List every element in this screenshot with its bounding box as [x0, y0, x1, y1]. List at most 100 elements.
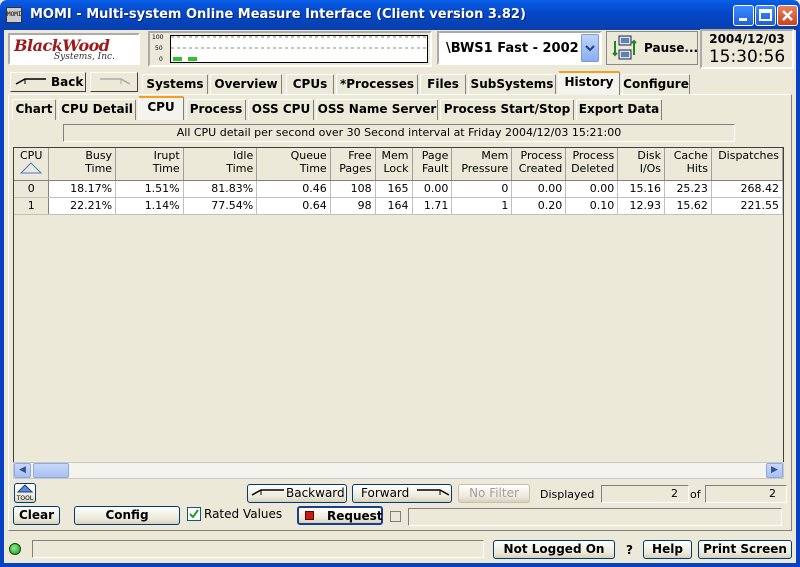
- request-progress-bar: [408, 508, 782, 526]
- col-header-mem-lock[interactable]: Mem Lock: [375, 148, 413, 181]
- chevron-down-icon[interactable]: [581, 34, 599, 62]
- col-header-label: Deleted: [571, 162, 615, 175]
- maximize-icon[interactable]: [755, 5, 776, 26]
- col-header-label: Process: [520, 149, 563, 162]
- mini-chart-bar: [173, 57, 182, 61]
- checkmark-icon: [189, 509, 199, 519]
- tab-configure[interactable]: Configure: [622, 74, 690, 95]
- back-button[interactable]: Back: [10, 72, 86, 92]
- scroll-thumb[interactable]: [33, 463, 69, 478]
- status-message-field: [32, 540, 484, 558]
- col-header-process-created[interactable]: Process Created: [511, 148, 567, 181]
- cell-irupt-time: 1.51%: [115, 180, 184, 198]
- close-icon[interactable]: [777, 5, 798, 26]
- app-icon: MOMI: [6, 7, 22, 23]
- pause-label: Pause...: [644, 41, 699, 55]
- subtab-oss-name-server[interactable]: OSS Name Server: [316, 99, 438, 120]
- cell-process-deleted: 0.10: [565, 197, 619, 215]
- table-row[interactable]: 1 22.21% 1.14% 77.54% 0.64 98 164 1.71 1…: [14, 197, 783, 215]
- cell-mem-lock: 164: [375, 197, 413, 215]
- tab-systems[interactable]: Systems: [142, 74, 208, 95]
- rated-values-label: Rated Values: [204, 507, 283, 521]
- cell-process-created: 0.20: [511, 197, 567, 215]
- help-button[interactable]: Help: [643, 540, 692, 559]
- cell-busy-time: 18.17%: [48, 180, 117, 198]
- col-header-idle-time[interactable]: Idle Time: [183, 148, 258, 181]
- cell-disk-ios: 15.16: [617, 180, 666, 198]
- horizontal-scrollbar[interactable]: ◀ ▶: [13, 462, 784, 479]
- current-time: 15:30:56: [708, 47, 786, 67]
- cell-queue-time: 0.46: [256, 180, 331, 198]
- cell-busy-time: 22.21%: [48, 197, 117, 215]
- col-header-page-fault[interactable]: Page Fault: [412, 148, 453, 181]
- current-date: 2004/12/03: [709, 32, 785, 46]
- subtab-cpu[interactable]: CPU: [138, 96, 184, 120]
- subtab-oss-cpu[interactable]: OSS CPU: [248, 99, 314, 120]
- tab-files[interactable]: Files: [420, 74, 466, 95]
- rated-values-checkbox[interactable]: [187, 507, 201, 521]
- forward-button[interactable]: Forward: [352, 484, 452, 503]
- minimize-icon[interactable]: [733, 5, 754, 26]
- subtab-process[interactable]: Process: [186, 99, 246, 120]
- col-header-mem-pressure[interactable]: Mem Pressure: [451, 148, 513, 181]
- col-header-cpu[interactable]: CPU: [14, 148, 50, 181]
- cell-cache-hits: 25.23: [664, 180, 712, 198]
- col-header-free-pages[interactable]: Free Pages: [330, 148, 376, 181]
- table-row[interactable]: 0 18.17% 1.51% 81.83% 0.46 108 165 0.00 …: [14, 180, 783, 198]
- col-header-label: Hits: [686, 162, 708, 175]
- col-header-label: Free: [348, 149, 372, 162]
- backward-button[interactable]: Backward: [247, 484, 347, 503]
- pause-icon: [612, 35, 637, 60]
- scroll-left-icon[interactable]: ◀: [14, 463, 31, 478]
- system-select-value: \BWS1 Fast - 2002: [446, 41, 579, 56]
- pause-button[interactable]: Pause...: [606, 31, 698, 65]
- print-screen-button[interactable]: Print Screen: [698, 540, 792, 559]
- forward-nav-button[interactable]: [90, 72, 138, 92]
- col-header-irupt-time[interactable]: Irupt Time: [115, 148, 184, 181]
- no-filter-button[interactable]: No Filter: [458, 484, 530, 503]
- col-header-queue-time[interactable]: Queue Time: [256, 148, 331, 181]
- col-header-label: Time: [299, 162, 327, 175]
- backward-arrow-icon: [251, 489, 284, 496]
- login-button[interactable]: Not Logged On: [493, 540, 615, 559]
- tab-history[interactable]: History: [558, 71, 620, 95]
- cell-mem-pressure: 0: [451, 180, 513, 198]
- config-button[interactable]: Config: [74, 506, 180, 525]
- subtab-chart[interactable]: Chart: [12, 99, 56, 120]
- tab-cpus[interactable]: CPUs: [286, 74, 334, 95]
- cpu-table[interactable]: CPU Busy Time Irupt Time Idle Time Queue Tim…: [13, 147, 784, 463]
- col-header-process-deleted[interactable]: Process Deleted: [565, 148, 619, 181]
- col-header-dispatches[interactable]: Dispatches: [711, 148, 783, 181]
- request-status-icon: [305, 511, 314, 520]
- col-header-disk-ios[interactable]: Disk I/Os: [617, 148, 666, 181]
- tab-subsystems[interactable]: SubSystems: [468, 74, 556, 95]
- window-title: MOMI - Multi-system Online Measure Inter…: [30, 7, 526, 22]
- tool-button[interactable]: TOOL: [14, 483, 36, 503]
- subtab-process-start-stop[interactable]: Process Start/Stop: [440, 99, 574, 120]
- question-icon[interactable]: ?: [626, 543, 633, 557]
- displayed-label: Displayed: [540, 488, 595, 501]
- company-logo: BlackWood Systems, Inc.: [8, 33, 140, 65]
- subtab-cpu-detail[interactable]: CPU Detail: [58, 99, 136, 120]
- tab-processes[interactable]: *Processes: [336, 74, 418, 95]
- scroll-right-icon[interactable]: ▶: [766, 463, 783, 478]
- backward-label: Backward: [286, 486, 345, 500]
- sort-ascending-icon: [19, 162, 43, 174]
- col-header-label: I/Os: [639, 162, 662, 175]
- clear-button[interactable]: Clear: [13, 506, 60, 525]
- cell-cache-hits: 15.62: [664, 197, 712, 215]
- col-header-label: Fault: [422, 162, 449, 175]
- col-header-busy-time[interactable]: Busy Time: [48, 148, 117, 181]
- connection-status-icon: [9, 543, 21, 555]
- minimize-glyph: [739, 18, 747, 21]
- system-select[interactable]: \BWS1 Fast - 2002: [437, 31, 602, 65]
- subtab-export-data[interactable]: Export Data: [576, 99, 662, 120]
- back-label: Back: [51, 75, 84, 89]
- request-button[interactable]: Request: [297, 506, 383, 525]
- col-header-cache-hits[interactable]: Cache Hits: [664, 148, 712, 181]
- logo-sub: Systems, Inc.: [54, 52, 115, 62]
- cell-page-fault: 1.71: [412, 197, 453, 215]
- cell-mem-lock: 165: [375, 180, 413, 198]
- col-header-label: Created: [518, 162, 563, 175]
- tab-overview[interactable]: Overview: [210, 74, 282, 95]
